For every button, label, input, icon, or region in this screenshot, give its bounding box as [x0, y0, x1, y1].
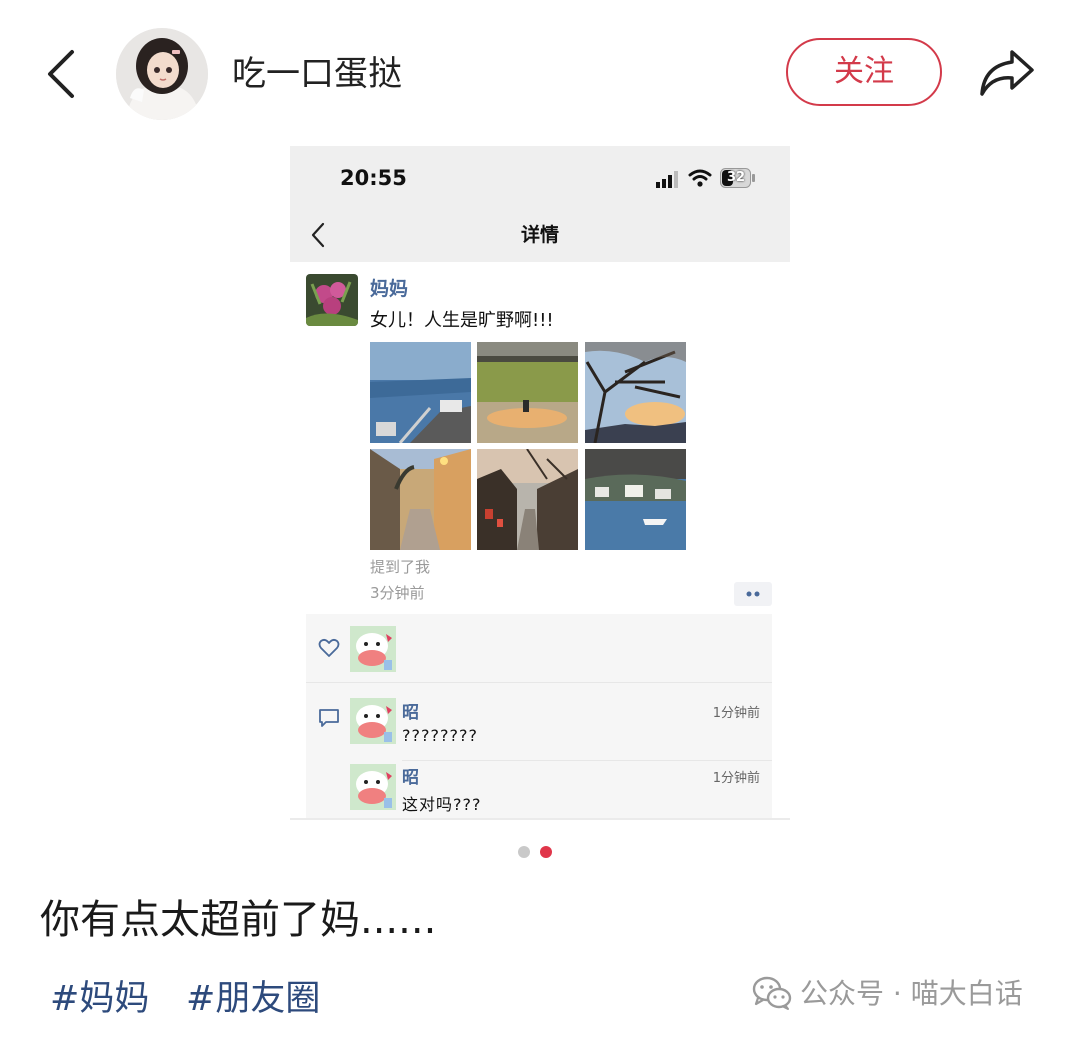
signal-icon: [656, 171, 678, 188]
heart-icon: [318, 638, 340, 657]
divider: [306, 682, 772, 683]
comment-text: ????????: [402, 726, 478, 745]
divider: [290, 818, 790, 820]
commenter-avatar: [350, 698, 396, 744]
hashtag-link[interactable]: #朋友圈: [186, 972, 320, 1026]
mention-label: 提到了我: [370, 558, 431, 576]
page-indicator-dot-active[interactable]: [540, 846, 552, 858]
screenshot-page-title: 详情: [520, 224, 559, 246]
author-name[interactable]: 吃一口蛋挞: [232, 50, 402, 98]
wifi-icon: [688, 169, 712, 187]
photo-tree-sunset: [585, 342, 686, 443]
hashtag-link[interactable]: #妈妈: [50, 972, 149, 1026]
more-actions-button: [734, 582, 772, 606]
watermark-text: 公众号 · 喵大白话: [800, 977, 1023, 1010]
photo-old-town-alley: [370, 449, 471, 550]
photo-lake-coast: [370, 342, 471, 443]
divider: [402, 760, 772, 761]
back-icon[interactable]: [44, 48, 80, 100]
author-avatar[interactable]: [116, 28, 208, 120]
post-caption: 你有点太超前了妈......: [40, 897, 437, 943]
status-time: 20:55: [340, 166, 407, 190]
wechat-icon: [752, 976, 792, 1010]
post-screenshot[interactable]: 20:55 32 详情 妈妈 女儿！人生是旷野啊!!! 提到了我 3分钟前 昭 …: [290, 146, 790, 820]
liker-avatar: [350, 626, 396, 672]
share-icon[interactable]: [978, 46, 1036, 98]
comment-time: 1分钟前: [712, 771, 760, 786]
follow-button[interactable]: 关注: [786, 38, 942, 106]
post-text: 女儿！人生是旷野啊!!!: [370, 310, 554, 331]
screenshot-back-icon: [311, 222, 325, 248]
page-indicator-dot[interactable]: [518, 846, 530, 858]
comment-time: 1分钟前: [712, 706, 760, 721]
photo-lake-boat-village: [585, 449, 686, 550]
commenter-name: 昭: [402, 703, 419, 723]
poster-avatar: [306, 274, 358, 326]
comment-icon: [319, 709, 339, 727]
battery-level: 32: [726, 170, 746, 185]
post-time: 3分钟前: [370, 584, 425, 602]
comment-text: 这对吗???: [402, 795, 482, 814]
photo-old-street-roofs: [477, 449, 578, 550]
poster-name: 妈妈: [370, 278, 409, 300]
photo-grass-field-pond: [477, 342, 578, 443]
commenter-name: 昭: [402, 768, 419, 788]
commenter-avatar: [350, 764, 396, 810]
